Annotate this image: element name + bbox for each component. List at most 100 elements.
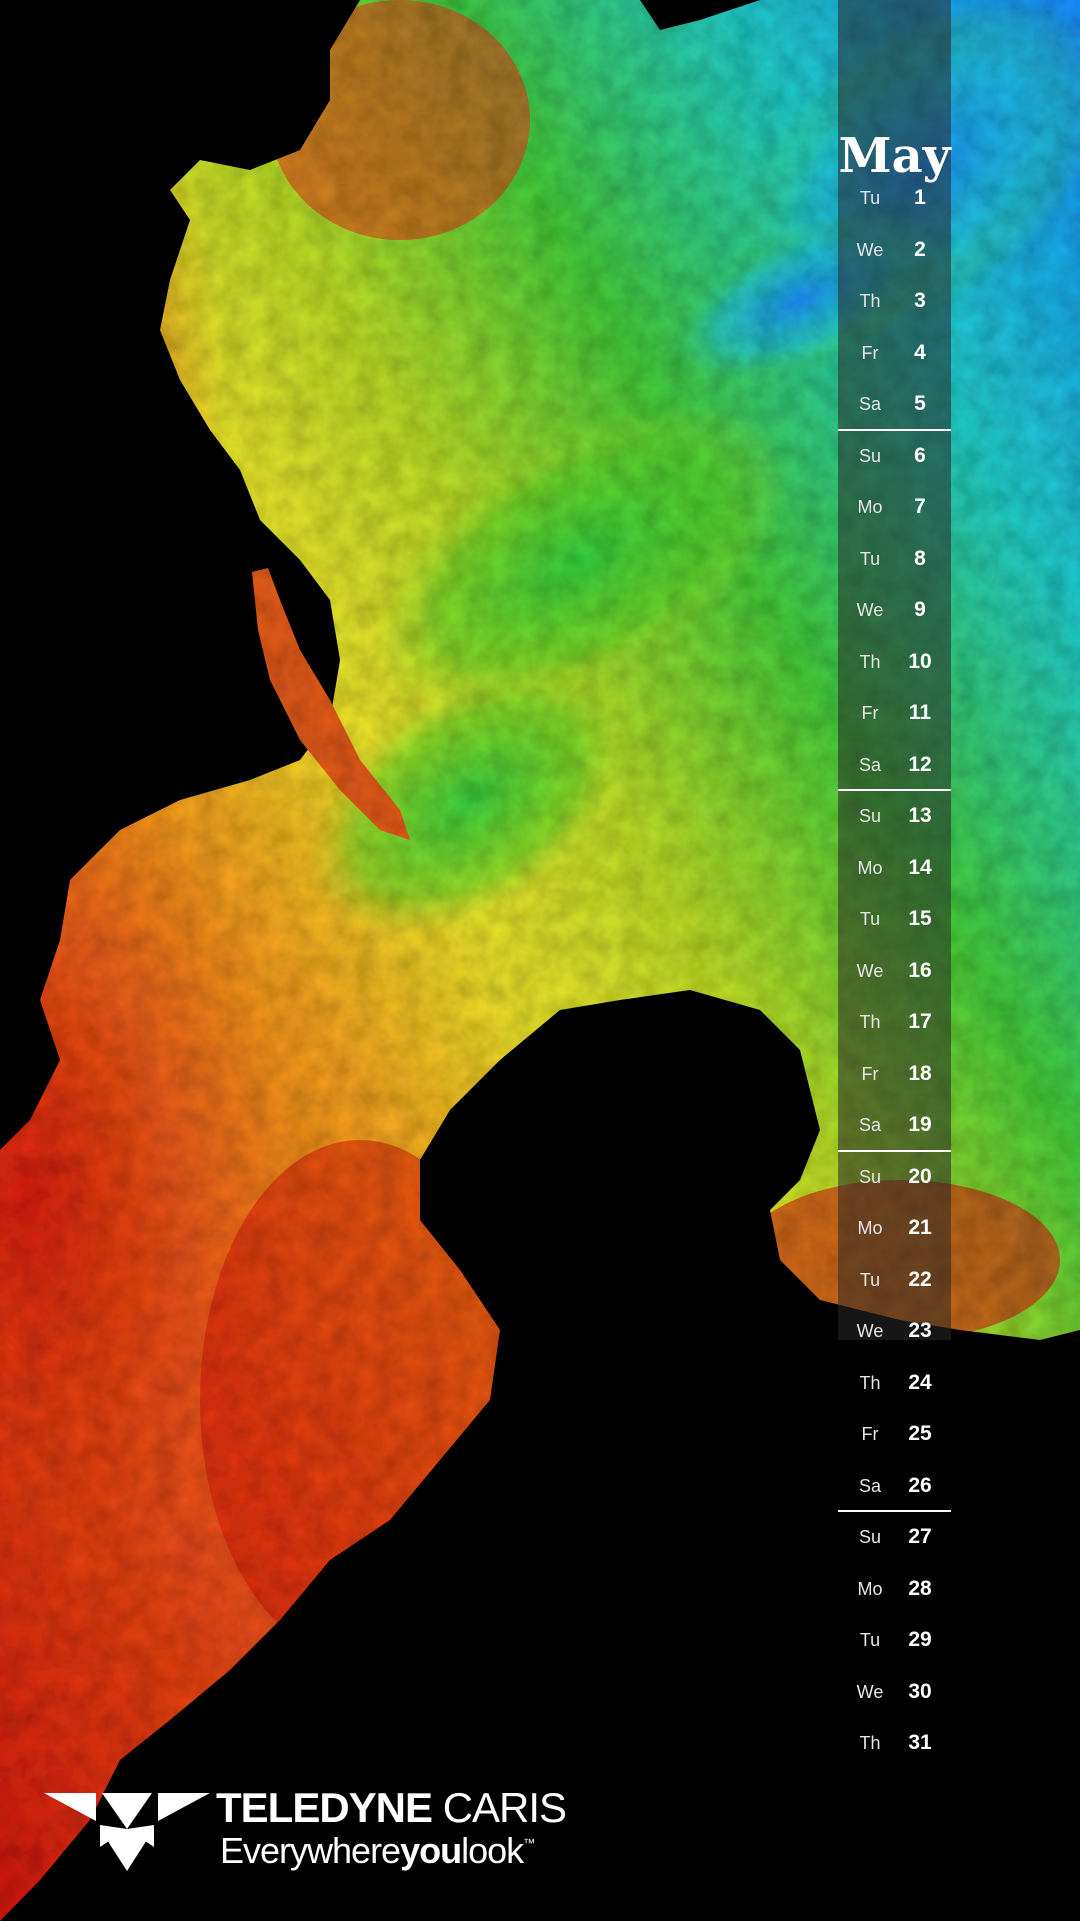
calendar-day-row: Fr 25 bbox=[838, 1409, 951, 1459]
day-number: 29 bbox=[908, 1628, 932, 1651]
day-number: 2 bbox=[914, 237, 926, 261]
day-number: 16 bbox=[908, 958, 932, 982]
day-number: 21 bbox=[908, 1216, 932, 1239]
day-number: 3 bbox=[914, 289, 926, 312]
calendar-day-row: Su 13 bbox=[838, 791, 951, 841]
day-number: 1 bbox=[914, 186, 926, 209]
calendar-day-row: Mo 7 bbox=[838, 482, 951, 532]
day-of-week-label: Sa bbox=[858, 1475, 882, 1496]
day-of-week-label: Th bbox=[859, 651, 881, 672]
day-of-week-label: Fr bbox=[861, 703, 879, 723]
calendar-day-row: Fr 4 bbox=[838, 328, 951, 378]
day-number: 7 bbox=[914, 495, 926, 518]
calendar-day-row: Sa 12 bbox=[838, 740, 951, 790]
day-of-week-label: Su bbox=[858, 1527, 882, 1547]
day-number: 25 bbox=[908, 1422, 932, 1445]
day-of-week-label: Tu bbox=[859, 1630, 881, 1650]
calendar-day-row: Mo 14 bbox=[838, 843, 951, 893]
brand-name-bold: TELEDYNE bbox=[216, 1784, 433, 1831]
calendar-day-row: Su 20 bbox=[838, 1152, 951, 1202]
day-of-week-label: Tu bbox=[859, 909, 881, 929]
brand-tagline: Everywhereyoulook™ bbox=[220, 1830, 535, 1872]
day-of-week-label: Fr bbox=[861, 1424, 879, 1444]
day-number: 26 bbox=[908, 1473, 932, 1497]
day-number: 11 bbox=[908, 701, 932, 724]
calendar-day-row: Tu 22 bbox=[838, 1255, 951, 1305]
trademark-symbol: ™ bbox=[523, 1836, 535, 1850]
day-number: 12 bbox=[908, 752, 932, 776]
calendar-day-row: Th 3 bbox=[838, 276, 951, 326]
day-number: 23 bbox=[908, 1319, 932, 1342]
day-of-week-label: Su bbox=[858, 1166, 882, 1187]
calendar-poster: May Tu 1 We 2 Th 3 Fr 4 Sa 5 Su 6 Mo 7 Tu 8 We 9 Th 10 Fr 11 S… bbox=[0, 0, 1080, 1921]
day-of-week-label: We bbox=[856, 1681, 884, 1702]
day-of-week-label: Mo bbox=[857, 1218, 883, 1238]
calendar-day-row: Mo 28 bbox=[838, 1564, 951, 1614]
calendar-day-row: Fr 18 bbox=[838, 1049, 951, 1099]
calendar-day-row: Tu 29 bbox=[838, 1615, 951, 1665]
day-number: 10 bbox=[908, 649, 932, 673]
day-of-week-label: Th bbox=[859, 1733, 881, 1753]
calendar-day-row: Su 27 bbox=[838, 1512, 951, 1562]
day-of-week-label: Fr bbox=[861, 1063, 879, 1084]
tagline-everywhere: Everywhere bbox=[220, 1830, 401, 1871]
day-of-week-label: We bbox=[856, 1321, 884, 1341]
day-number: 28 bbox=[908, 1576, 932, 1600]
calendar-day-row: We 30 bbox=[838, 1667, 951, 1717]
day-of-week-label: Th bbox=[859, 1012, 881, 1032]
day-of-week-label: Mo bbox=[857, 497, 883, 517]
calendar-day-row: We 2 bbox=[838, 225, 951, 275]
calendar-day-row: Su 6 bbox=[838, 431, 951, 481]
teledyne-logo-icon bbox=[44, 1793, 210, 1871]
day-number: 9 bbox=[914, 598, 926, 621]
day-number: 20 bbox=[908, 1164, 932, 1188]
calendar-day-row: Fr 11 bbox=[838, 688, 951, 738]
day-number: 14 bbox=[908, 855, 932, 879]
day-of-week-label: Fr bbox=[861, 342, 879, 363]
day-of-week-label: Tu bbox=[859, 1269, 881, 1290]
day-of-week-label: We bbox=[856, 960, 884, 981]
calendar-day-row: Th 10 bbox=[838, 637, 951, 687]
day-number: 15 bbox=[908, 907, 932, 930]
day-of-week-label: Tu bbox=[859, 548, 881, 569]
day-of-week-label: Tu bbox=[859, 188, 881, 208]
calendar-day-row: Sa 26 bbox=[838, 1461, 951, 1511]
calendar-day-row: Mo 21 bbox=[838, 1203, 951, 1253]
day-number: 17 bbox=[908, 1010, 932, 1033]
day-of-week-label: Mo bbox=[857, 857, 883, 878]
day-of-week-label: Su bbox=[858, 445, 882, 466]
day-of-week-label: Th bbox=[859, 291, 881, 311]
day-of-week-label: Su bbox=[858, 806, 882, 826]
day-number: 6 bbox=[914, 443, 926, 467]
tagline-you: you bbox=[400, 1830, 462, 1871]
calendar-day-row: Th 17 bbox=[838, 997, 951, 1047]
calendar-day-row: Tu 8 bbox=[838, 534, 951, 584]
calendar-day-row: Th 24 bbox=[838, 1358, 951, 1408]
day-of-week-label: Th bbox=[859, 1372, 881, 1393]
day-of-week-label: Sa bbox=[858, 754, 882, 775]
brand-name: TELEDYNE CARIS bbox=[216, 1784, 567, 1832]
calendar-day-row: We 16 bbox=[838, 946, 951, 996]
day-number: 30 bbox=[908, 1679, 932, 1703]
day-of-week-label: We bbox=[856, 600, 884, 620]
calendar-day-row: Sa 19 bbox=[838, 1100, 951, 1150]
day-number: 13 bbox=[908, 804, 932, 827]
calendar-day-row: Tu 15 bbox=[838, 894, 951, 944]
day-number: 19 bbox=[908, 1113, 932, 1136]
calendar-day-row: Th 31 bbox=[838, 1718, 951, 1768]
day-of-week-label: Mo bbox=[857, 1578, 883, 1599]
brand-name-light: CARIS bbox=[432, 1784, 567, 1831]
day-number: 31 bbox=[908, 1731, 932, 1754]
day-number: 27 bbox=[908, 1525, 932, 1548]
day-number: 5 bbox=[914, 392, 926, 415]
day-number: 4 bbox=[914, 340, 926, 364]
day-of-week-label: We bbox=[856, 239, 884, 260]
day-number: 8 bbox=[914, 546, 926, 570]
calendar-day-row: We 9 bbox=[838, 585, 951, 635]
day-number: 24 bbox=[908, 1370, 932, 1394]
day-of-week-label: Sa bbox=[858, 1115, 882, 1135]
calendar-day-row: We 23 bbox=[838, 1306, 951, 1356]
calendar-day-row: Sa 5 bbox=[838, 379, 951, 429]
day-number: 22 bbox=[908, 1267, 932, 1291]
tagline-look: look bbox=[461, 1830, 524, 1871]
